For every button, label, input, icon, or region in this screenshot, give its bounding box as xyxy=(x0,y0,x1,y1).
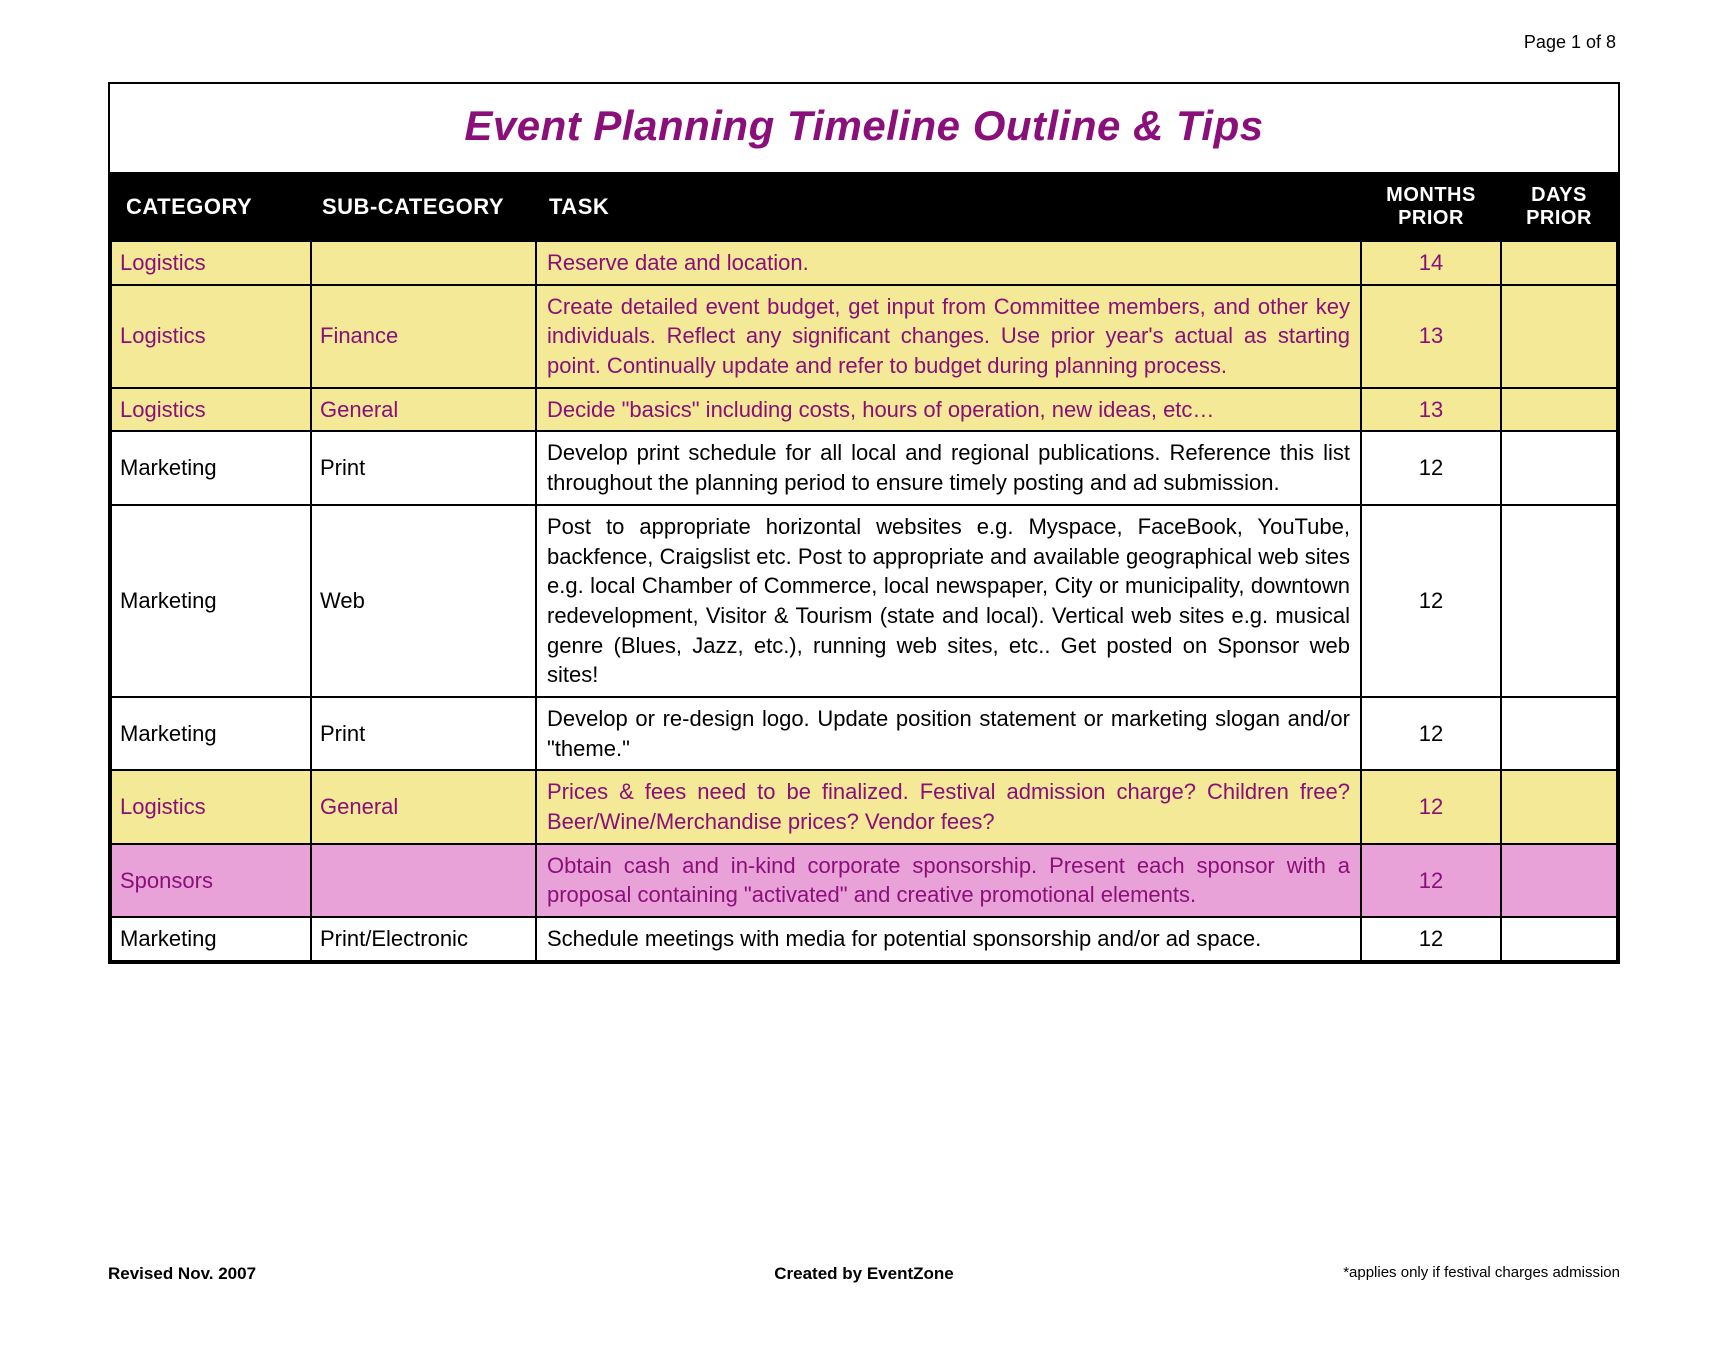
cell-days xyxy=(1501,505,1617,697)
page-number: Page 1 of 8 xyxy=(1524,32,1616,53)
footer-creator: Created by EventZone xyxy=(108,1264,1620,1284)
cell-subcategory: Web xyxy=(311,505,536,697)
table-row: MarketingPrintDevelop print schedule for… xyxy=(111,431,1617,504)
table-row: Logistics Reserve date and location.14 xyxy=(111,241,1617,285)
cell-days xyxy=(1501,770,1617,843)
cell-category: Sponsors xyxy=(111,844,311,917)
cell-months: 13 xyxy=(1361,388,1501,432)
cell-subcategory xyxy=(311,844,536,917)
cell-subcategory xyxy=(311,241,536,285)
cell-subcategory: Print/Electronic xyxy=(311,917,536,961)
document-title: Event Planning Timeline Outline & Tips xyxy=(110,84,1618,172)
cell-days xyxy=(1501,844,1617,917)
cell-category: Marketing xyxy=(111,917,311,961)
table-row: LogisticsGeneralPrices & fees need to be… xyxy=(111,770,1617,843)
cell-months: 14 xyxy=(1361,241,1501,285)
table-row: Sponsors Obtain cash and in-kind corporat… xyxy=(111,844,1617,917)
cell-task: Decide "basics" including costs, hours o… xyxy=(536,388,1361,432)
cell-category: Marketing xyxy=(111,431,311,504)
cell-task: Develop or re-design logo. Update positi… xyxy=(536,697,1361,770)
cell-subcategory: Print xyxy=(311,697,536,770)
cell-months: 12 xyxy=(1361,844,1501,917)
header-days: DAYSPRIOR xyxy=(1501,173,1617,241)
header-subcategory: SUB-CATEGORY xyxy=(311,173,536,241)
cell-months: 12 xyxy=(1361,697,1501,770)
cell-days xyxy=(1501,697,1617,770)
cell-days xyxy=(1501,285,1617,388)
cell-category: Logistics xyxy=(111,770,311,843)
table-row: LogisticsGeneralDecide "basics" includin… xyxy=(111,388,1617,432)
timeline-table-container: Event Planning Timeline Outline & Tips C… xyxy=(108,82,1620,964)
cell-months: 12 xyxy=(1361,770,1501,843)
cell-task: Create detailed event budget, get input … xyxy=(536,285,1361,388)
cell-task: Prices & fees need to be finalized. Fest… xyxy=(536,770,1361,843)
cell-category: Logistics xyxy=(111,388,311,432)
cell-task: Reserve date and location. xyxy=(536,241,1361,285)
cell-category: Logistics xyxy=(111,241,311,285)
header-months: MONTHSPRIOR xyxy=(1361,173,1501,241)
cell-category: Marketing xyxy=(111,505,311,697)
table-row: MarketingPrintDevelop or re-design logo.… xyxy=(111,697,1617,770)
cell-subcategory: Finance xyxy=(311,285,536,388)
cell-months: 13 xyxy=(1361,285,1501,388)
cell-task: Develop print schedule for all local and… xyxy=(536,431,1361,504)
cell-category: Marketing xyxy=(111,697,311,770)
cell-subcategory: Print xyxy=(311,431,536,504)
table-row: MarketingPrint/ElectronicSchedule meetin… xyxy=(111,917,1617,961)
cell-subcategory: General xyxy=(311,388,536,432)
cell-task: Post to appropriate horizontal websites … xyxy=(536,505,1361,697)
cell-months: 12 xyxy=(1361,431,1501,504)
footer: Revised Nov. 2007 Created by EventZone *… xyxy=(108,1264,1620,1284)
cell-months: 12 xyxy=(1361,917,1501,961)
cell-days xyxy=(1501,431,1617,504)
cell-months: 12 xyxy=(1361,505,1501,697)
cell-task: Obtain cash and in-kind corporate sponso… xyxy=(536,844,1361,917)
cell-days xyxy=(1501,917,1617,961)
table-row: LogisticsFinanceCreate detailed event bu… xyxy=(111,285,1617,388)
table-row: MarketingWebPost to appropriate horizont… xyxy=(111,505,1617,697)
cell-subcategory: General xyxy=(311,770,536,843)
header-category: CATEGORY xyxy=(111,173,311,241)
cell-days xyxy=(1501,241,1617,285)
header-row: CATEGORY SUB-CATEGORY TASK MONTHSPRIOR D… xyxy=(111,173,1617,241)
cell-category: Logistics xyxy=(111,285,311,388)
timeline-table: CATEGORY SUB-CATEGORY TASK MONTHSPRIOR D… xyxy=(110,172,1618,962)
header-task: TASK xyxy=(536,173,1361,241)
cell-days xyxy=(1501,388,1617,432)
cell-task: Schedule meetings with media for potenti… xyxy=(536,917,1361,961)
